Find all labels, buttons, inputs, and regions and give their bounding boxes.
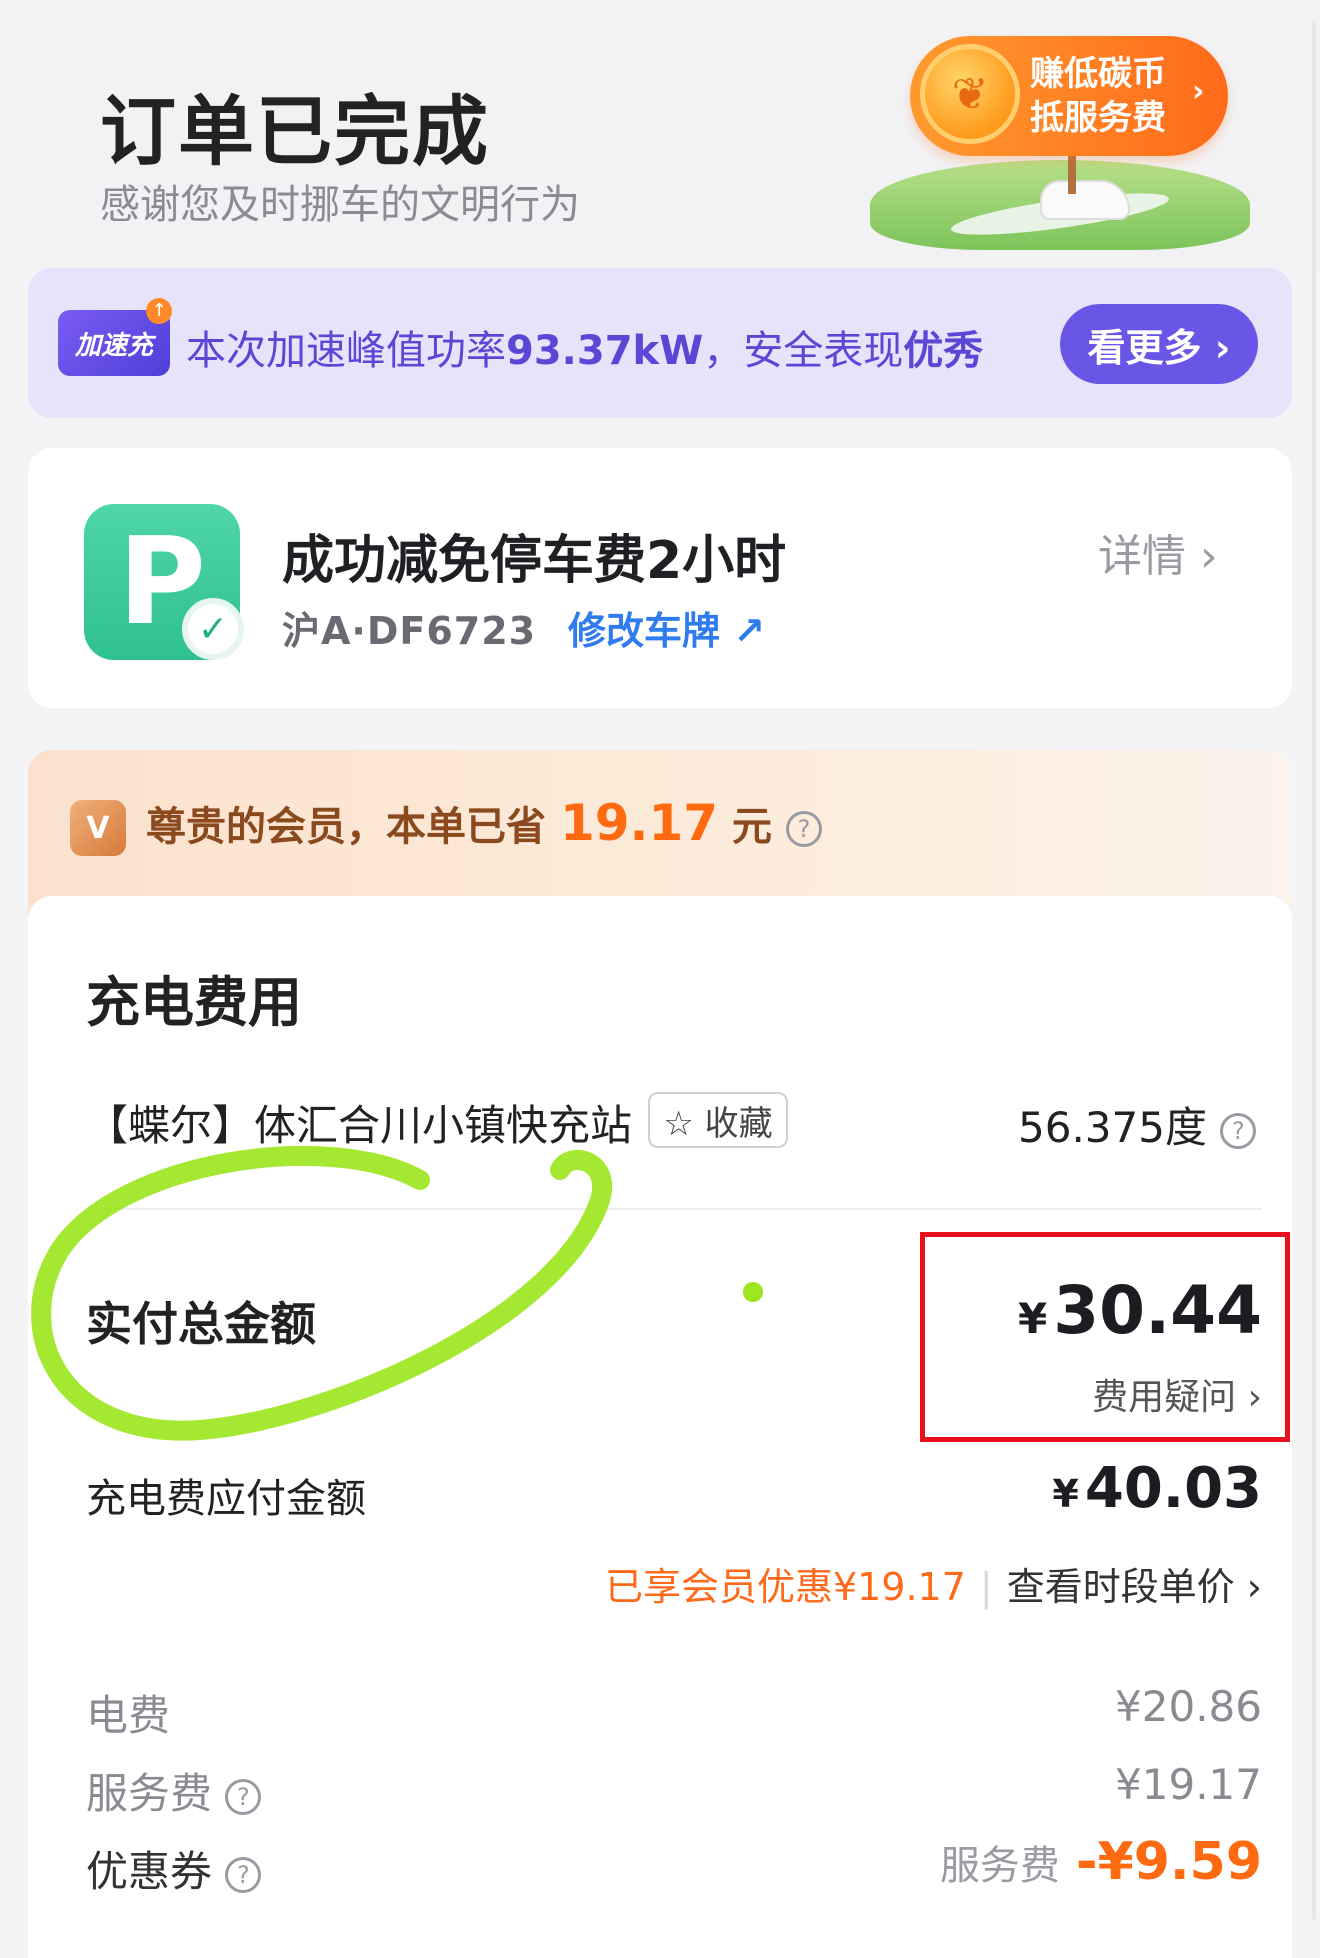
service-fee-label: 服务费 <box>86 1769 213 1818</box>
divider <box>86 1208 1262 1210</box>
help-icon[interactable]: ? <box>785 811 822 847</box>
car-illustration-icon <box>1040 180 1130 220</box>
page-title: 订单已完成 <box>100 87 490 176</box>
favorite-button[interactable]: ☆ 收藏 <box>648 1092 788 1148</box>
license-plate: 沪A·DF6723 <box>282 609 537 653</box>
coupon-label: 优惠券 <box>86 1847 213 1896</box>
electricity-fee-value: ¥20.86 <box>1115 1682 1262 1731</box>
coupon-value: 服务费 -¥9.59 <box>788 1832 1262 1892</box>
energy-amount: 56.375度 ? <box>1018 1094 1257 1155</box>
member-savings-text: 尊贵的会员，本单已省 19.17 元 ? <box>146 794 822 852</box>
energy-value: 56.375度 <box>1018 1103 1207 1152</box>
separator: | <box>979 1565 993 1609</box>
member-badge-icon: V <box>70 800 126 856</box>
green-dot-annotation <box>743 1282 763 1302</box>
chevron-right-icon: › <box>1192 74 1205 109</box>
boost-charging-banner: 加速充 ↑ 本次加速峰值功率93.37kW，安全表现优秀 看更多 › <box>28 268 1292 418</box>
station-name: 【蝶尔】体汇合川小镇快充站 <box>86 1101 633 1150</box>
member-text-prefix: 尊贵的会员，本单已省 <box>146 804 546 850</box>
member-discount-text: 已享会员优惠¥19.17 <box>604 1565 966 1609</box>
currency-symbol: ¥ <box>1052 1472 1079 1516</box>
carbon-coin-icon: ❦ <box>920 44 1020 144</box>
boost-text-prefix: 本次加速峰值功率 <box>186 328 506 374</box>
edit-plate-link[interactable]: 修改车牌 ↗ <box>568 600 765 655</box>
total-paid-label: 实付总金额 <box>86 1297 316 1351</box>
highlight-box-annotation <box>920 1232 1290 1442</box>
saved-amount: 19.17 <box>559 794 719 852</box>
safety-rating: 优秀 <box>903 328 984 374</box>
boost-text-middle: ，安全表现 <box>703 328 904 374</box>
peak-power-value: 93.37kW <box>506 328 704 374</box>
boost-summary: 本次加速峰值功率93.37kW，安全表现优秀 <box>186 318 983 376</box>
payable-amount-value: 40.03 <box>1084 1456 1262 1521</box>
coupon-amount: -¥9.59 <box>1075 1832 1262 1892</box>
payable-amount: ¥40.03 <box>928 1456 1262 1521</box>
member-discount-row: 已享会员优惠¥19.17 | 查看时段单价 › <box>568 1556 1262 1611</box>
help-icon[interactable]: ? <box>1220 1112 1257 1149</box>
see-more-button[interactable]: 看更多 › <box>1060 304 1258 384</box>
parking-title: 成功减免停车费2小时 <box>282 531 787 591</box>
help-icon[interactable]: ? <box>225 1778 262 1815</box>
carbon-coin-promo[interactable]: ❦ 赚低碳币抵服务费 › <box>870 30 1250 250</box>
arrow-up-icon: ↑ <box>146 298 172 324</box>
electricity-fee-label: 电费 <box>86 1691 171 1740</box>
check-icon: ✓ <box>182 598 244 660</box>
help-icon[interactable]: ? <box>225 1856 262 1893</box>
view-time-price-link[interactable]: 查看时段单价 › <box>1007 1565 1262 1609</box>
payable-label: 充电费应付金额 <box>86 1476 366 1522</box>
page-subtitle: 感谢您及时挪车的文明行为 <box>100 182 580 228</box>
parking-waiver-card: P ✓ 成功减免停车费2小时 沪A·DF6723 修改车牌 ↗ 详情 › <box>28 448 1292 708</box>
promo-sign-post <box>1068 154 1076 194</box>
saved-unit: 元 <box>732 804 773 850</box>
service-fee-value: ¥19.17 <box>1115 1760 1262 1809</box>
coupon-row-label: 优惠券 ? <box>86 1838 262 1899</box>
scrollbar[interactable] <box>1312 20 1316 1920</box>
fee-section-title: 充电费用 <box>86 971 302 1034</box>
promo-text: 赚低碳币抵服务费 <box>1030 54 1166 138</box>
service-fee-row-label: 服务费 ? <box>86 1760 262 1821</box>
coupon-note: 服务费 <box>939 1843 1060 1889</box>
parking-detail-link[interactable]: 详情 › <box>1098 520 1218 584</box>
